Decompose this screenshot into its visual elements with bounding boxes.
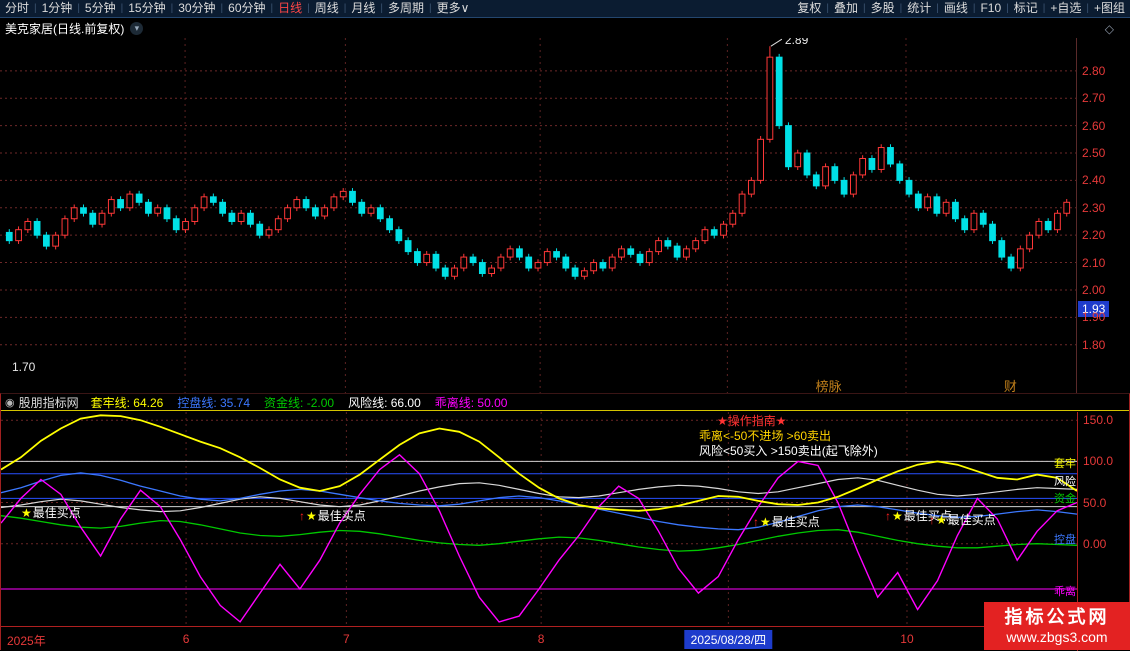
title-dropdown-icon[interactable]: ▾ [130,22,143,35]
price-axis-label: 2.70 [1082,91,1105,105]
line-name-tag-2: 资金 [1054,490,1076,506]
stock-title: 美克家居(日线.前复权) [5,20,124,37]
buy-point-label: 最佳买点 [948,513,996,527]
buy-star-icon: ★ [306,509,317,523]
line-name-tag-0: 套牢 [1054,455,1076,471]
menu-item-right-0[interactable]: 复权 [792,0,826,17]
menu-item-2[interactable]: 5分钟 [80,0,121,17]
menu-item-right-7[interactable]: +自选 [1045,0,1086,17]
buy-arrow-icon: ↑ [885,509,891,523]
indicator-value-3: 风险线: 66.00 [348,394,421,411]
best-buy-point-marker-0: ★最佳买点 [21,504,81,521]
price-axis-label: 2.00 [1082,283,1105,297]
price-axis: 1.93 2.802.702.602.502.402.302.202.102.0… [1076,38,1130,394]
buy-point-label: 最佳买点 [772,515,820,529]
menu-item-6[interactable]: 日线 [273,0,307,17]
indicator-value-1: 控盘线: 35.74 [177,394,250,411]
menu-item-right-1[interactable]: 叠加 [829,0,863,17]
menu-item-right-3[interactable]: 统计 [902,0,936,17]
indicator-value-4: 乖离线: 50.00 [435,394,508,411]
date-tick-2: 8 [538,632,545,646]
indicator-region: ◉ 股朋指标网 套牢线: 64.26 控盘线: 35.74 资金线: -2.00 风险… [0,393,1130,650]
candlestick-chart[interactable]: 2.89 1.70 榜脉财 [0,38,1076,394]
date-tick-0: 6 [183,632,190,646]
indicator-header: ◉ 股朋指标网 套牢线: 64.26 控盘线: 35.74 资金线: -2.00 风险… [1,394,1129,411]
candlestick-svg[interactable] [0,38,1076,394]
menubar-left: 分时|1分钟|5分钟|15分钟|30分钟|60分钟|日线|周线|月线|多周期|更… [0,0,474,17]
buy-point-label: 最佳买点 [33,506,81,520]
indicator-axis: 150.0 100.0 50.0 0.00 [1077,412,1130,626]
menu-item-1[interactable]: 1分钟 [37,0,78,17]
corner-diamond-icon[interactable]: ◇ [1105,22,1114,36]
menu-item-0[interactable]: 分时 [0,0,34,17]
menu-item-right-8[interactable]: +图组 [1089,0,1130,17]
menu-item-7[interactable]: 周线 [310,0,344,17]
line-name-tag-1: 风险 [1054,473,1076,489]
menu-item-10[interactable]: 更多∨ [432,0,475,17]
menu-item-3[interactable]: 15分钟 [123,0,170,17]
indicator-axis-label: 50.0 [1083,496,1106,510]
menu-item-right-4[interactable]: 画线 [939,0,973,17]
indicator-axis-label: 150.0 [1083,413,1113,427]
buy-arrow-icon: ↑ [753,515,759,529]
badge-site-name: 指标公式网 [984,606,1130,628]
buy-star-icon: ★ [936,513,947,527]
titlebar: 美克家居(日线.前复权) ▾ ◇ [0,19,1130,38]
indicator-values: 套牢线: 64.26 控盘线: 35.74 资金线: -2.00 风险线: 66.00… [91,394,508,411]
buy-arrow-icon: ↑ [929,513,935,527]
menubar: 分时|1分钟|5分钟|15分钟|30分钟|60分钟|日线|周线|月线|多周期|更… [0,0,1130,18]
indicator-value-0: 套牢线: 64.26 [91,394,164,411]
crosshair-date-marker: 2025/08/28/四 [685,630,772,649]
menu-item-right-2[interactable]: 多股 [866,0,900,17]
buy-star-icon: ★ [21,506,32,520]
menubar-right: 复权|叠加|多股|统计|画线|F10|标记|+自选|+图组 [792,0,1130,17]
price-axis-label: 2.10 [1082,256,1105,270]
best-buy-point-marker-1: ↑★最佳买点 [299,507,366,524]
indicator-value-2: 资金线: -2.00 [264,394,334,411]
indicator-panel[interactable]: ★操作指南★ 乖离<-50不进场 >60卖出 风险<50买入 >150卖出(起飞… [1,412,1077,626]
buy-star-icon: ★ [892,509,903,523]
price-axis-label: 2.40 [1082,173,1105,187]
indicator-logo-text: 股朋指标网 [19,394,79,411]
best-buy-point-marker-2: ↑★最佳买点 [753,513,820,530]
indicator-axis-label: 0.00 [1083,537,1106,551]
price-axis-label: 1.80 [1082,338,1105,352]
date-tick-1: 7 [343,632,350,646]
year-label: 2025年 [7,632,46,649]
price-axis-label: 2.30 [1082,201,1105,215]
price-axis-label: 2.60 [1082,119,1105,133]
menu-item-right-6[interactable]: 标记 [1009,0,1043,17]
price-axis-label: 2.50 [1082,146,1105,160]
price-axis-label: 2.80 [1082,64,1105,78]
price-axis-label: 2.20 [1082,228,1105,242]
buy-arrow-icon: ↑ [299,509,305,523]
watermark-badge: 指标公式网 www.zbgs3.com [984,602,1130,650]
buy-point-label: 最佳买点 [318,509,366,523]
menu-item-8[interactable]: 月线 [346,0,380,17]
low-price-label: 1.70 [12,360,35,374]
buy-star-icon: ★ [760,515,771,529]
guide-title: ★操作指南★ [699,414,878,429]
line-name-tag-3: 控盘 [1054,531,1076,547]
menu-item-right-5[interactable]: F10 [975,0,1006,17]
best-buy-point-marker-4: ↑★最佳买点 [929,511,996,528]
strategy-guide: ★操作指南★ 乖离<-50不进场 >60卖出 风险<50买入 >150卖出(起飞… [699,414,878,459]
date-axis: 2025年 2025/08/28/四 6 7 8 10 [1,626,1129,651]
price-axis-label: 1.90 [1082,310,1105,324]
badge-site-url: www.zbgs3.com [984,628,1130,646]
app-root: { "menubar": { "left": [ {"label":"分时","… [0,0,1130,650]
menu-item-4[interactable]: 30分钟 [173,0,220,17]
indicator-logo-icon: ◉ [5,396,15,409]
guide-line-2: 风险<50买入 >150卖出(起飞除外) [699,444,878,459]
menu-item-5[interactable]: 60分钟 [223,0,270,17]
indicator-axis-label: 100.0 [1083,454,1113,468]
guide-line-1: 乖离<-50不进场 >60卖出 [699,429,878,444]
menu-item-9[interactable]: 多周期 [383,0,429,17]
line-name-tag-4: 乖离 [1054,583,1076,599]
date-tick-3: 10 [900,632,913,646]
